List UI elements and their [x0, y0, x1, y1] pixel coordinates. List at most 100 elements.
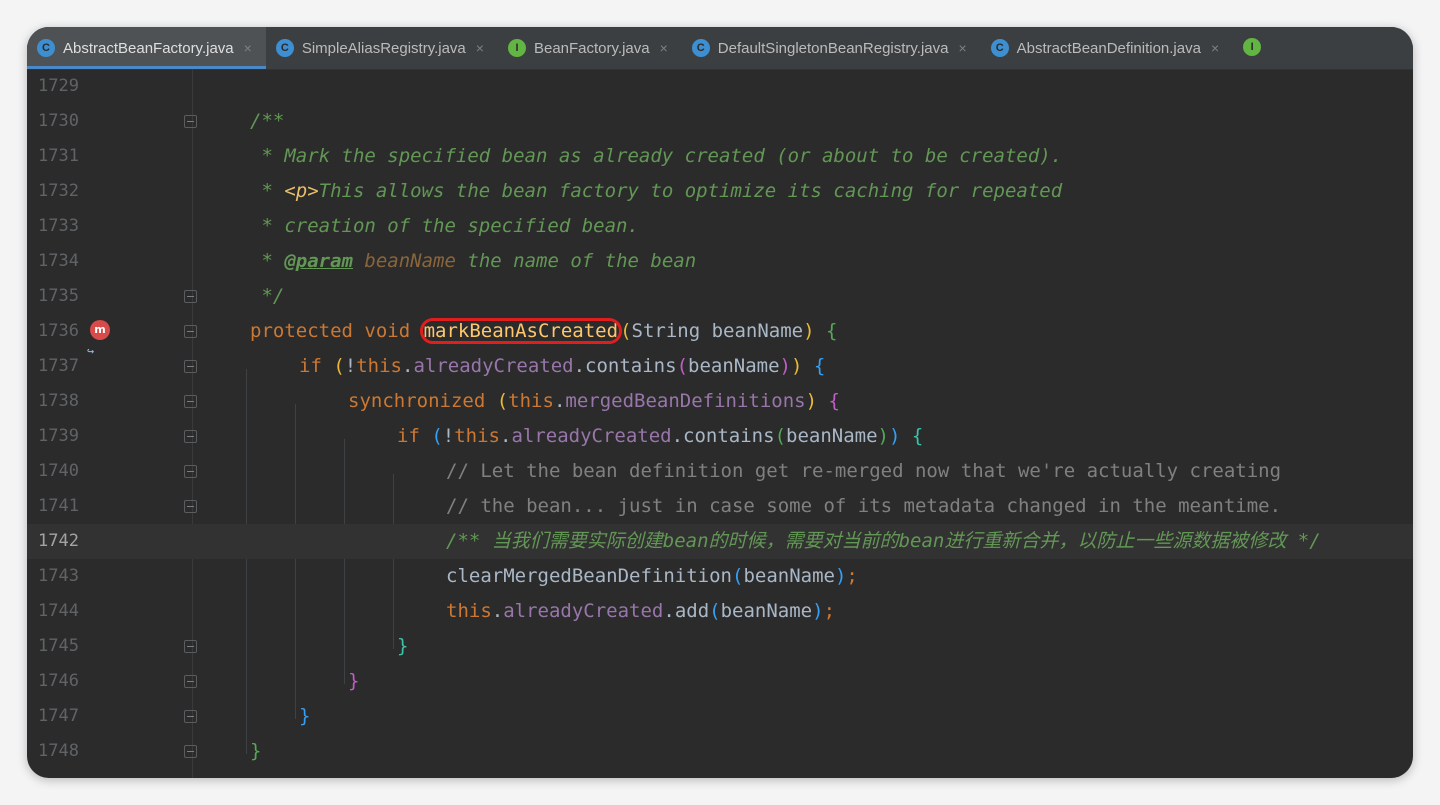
code-line: 1736 m ↪ protected void markBeanAsCreate… — [27, 314, 1413, 358]
doc-comment: */ — [250, 285, 285, 307]
close-icon[interactable]: × — [1211, 40, 1219, 56]
close-icon[interactable]: × — [244, 40, 252, 56]
line-comment: // Let the bean definition get re-merged… — [446, 460, 1282, 482]
brace: { — [817, 390, 840, 412]
fold-icon[interactable] — [184, 710, 197, 723]
identifier: beanName — [743, 565, 835, 587]
bracket: ( — [709, 600, 721, 622]
doc-comment: * Mark the specified bean as already cre… — [250, 145, 1063, 167]
doc-param-name: beanName — [364, 250, 456, 272]
tab-abstract-bean-factory[interactable]: C AbstractBeanFactory.java × — [27, 27, 266, 69]
keyword: synchronized — [348, 390, 497, 412]
fold-icon[interactable] — [184, 500, 197, 513]
fold-icon[interactable] — [184, 745, 197, 758]
close-icon[interactable]: × — [958, 40, 966, 56]
doc-comment: * — [250, 250, 285, 272]
doc-comment: bean — [662, 530, 709, 552]
line-number: 1741 — [38, 496, 79, 516]
code-line: 1741 // the bean... just in case some of… — [27, 489, 1413, 524]
bracket: ) — [877, 425, 889, 447]
keyword: protected void — [250, 320, 422, 342]
tab-abstract-bean-definition[interactable]: C AbstractBeanDefinition.java × — [981, 27, 1233, 69]
code-line: 1739 if (!this.alreadyCreated.contains(b… — [27, 419, 1413, 454]
brace: { — [802, 355, 826, 377]
brace: } — [299, 705, 311, 727]
method-call: clearMergedBeanDefinition — [446, 565, 732, 587]
dot: . — [491, 600, 504, 622]
brace: } — [348, 670, 360, 692]
tab-label: DefaultSingletonBeanRegistry.java — [717, 40, 949, 58]
fold-icon[interactable] — [184, 640, 197, 653]
fold-icon[interactable] — [184, 290, 197, 303]
class-icon: C — [275, 39, 294, 58]
tab-default-singleton-bean-registry[interactable]: C DefaultSingletonBeanRegistry.java × — [682, 27, 981, 69]
code-line: 1735 */ — [27, 279, 1413, 314]
line-number: 1733 — [38, 216, 79, 236]
fold-icon[interactable] — [184, 430, 197, 443]
fold-icon[interactable] — [184, 115, 197, 128]
operator: ! — [344, 355, 357, 377]
code-line: 1740 // Let the bean definition get re-m… — [27, 454, 1413, 489]
keyword: this — [508, 390, 554, 412]
fold-icon[interactable] — [184, 360, 197, 373]
code-line-current: 1742 /** 当我们需要实际创建bean的时候，需要对当前的bean进行重新… — [27, 524, 1413, 559]
doc-comment: */ — [1286, 530, 1321, 552]
tab-simple-alias-registry[interactable]: C SimpleAliasRegistry.java × — [266, 27, 498, 69]
code-line: 1730 /** — [27, 104, 1413, 139]
line-number: 1744 — [38, 601, 79, 621]
doc-comment: bean — [898, 530, 945, 552]
fold-icon[interactable] — [184, 395, 197, 408]
tab-overflow[interactable]: I — [1233, 27, 1283, 69]
line-number: 1736 — [38, 321, 79, 341]
method-name-highlighted: markBeanAsCreated — [419, 318, 623, 344]
keyword: if — [397, 425, 432, 447]
code-line: 1744 this.alreadyCreated.add(beanName); — [27, 594, 1413, 629]
code-line: 1738 synchronized (this.mergedBeanDefini… — [27, 384, 1413, 419]
bracket: ( — [731, 565, 744, 587]
code-line: 1747 } — [27, 699, 1413, 734]
class-icon: C — [990, 39, 1009, 58]
close-icon[interactable]: × — [660, 40, 668, 56]
bracket: ) — [834, 565, 847, 587]
keyword: if — [299, 355, 334, 377]
tab-label: AbstractBeanFactory.java — [63, 40, 234, 58]
fold-icon[interactable] — [184, 325, 197, 338]
fold-icon[interactable] — [184, 465, 197, 478]
doc-comment: the name of the bean — [455, 250, 697, 272]
editor-tab-bar: C AbstractBeanFactory.java × C SimpleAliasR… — [27, 27, 1413, 70]
line-number: 1742 — [38, 531, 79, 551]
brace: { — [814, 320, 838, 342]
line-number: 1729 — [38, 76, 79, 96]
line-number: 1737 — [38, 356, 79, 376]
close-icon[interactable]: × — [476, 40, 484, 56]
line-number: 1732 — [38, 181, 79, 201]
code-line: 1734 * @param beanName the name of the b… — [27, 244, 1413, 279]
class-icon: C — [691, 39, 710, 58]
code-line: 1746 } — [27, 664, 1413, 699]
brace: { — [900, 425, 924, 447]
tab-label: SimpleAliasRegistry.java — [301, 40, 466, 58]
keyword: this — [446, 600, 492, 622]
fold-icon[interactable] — [184, 675, 197, 688]
tab-label: BeanFactory.java — [533, 40, 650, 58]
tab-bean-factory[interactable]: I BeanFactory.java × — [498, 27, 682, 69]
code-line: 1743 clearMergedBeanDefinition(beanName)… — [27, 559, 1413, 594]
doc-comment: 的时候，需要对当前的 — [708, 530, 899, 552]
doc-comment: 进行重新合并，以防止一些源数据被修改 — [944, 530, 1287, 552]
code-editor[interactable]: 1729 1730 /** 1731 * Mark the specified … — [27, 69, 1413, 778]
doc-comment: 当我们需要实际创建 — [491, 530, 663, 552]
keyword: this — [454, 425, 500, 447]
doc-comment: This allows the bean factory to optimize… — [318, 180, 1063, 202]
identifier: beanName — [720, 600, 813, 622]
doc-comment — [353, 250, 364, 272]
brace: } — [250, 740, 262, 762]
tab-label: AbstractBeanDefinition.java — [1016, 40, 1201, 58]
line-number: 1748 — [38, 741, 79, 761]
dot: . — [553, 390, 566, 412]
line-number: 1746 — [38, 671, 79, 691]
bracket: ) — [803, 320, 815, 342]
field: alreadyCreated — [511, 425, 672, 447]
line-number: 1740 — [38, 461, 79, 481]
html-tag: <p> — [284, 180, 319, 202]
line-number: 1738 — [38, 391, 79, 411]
